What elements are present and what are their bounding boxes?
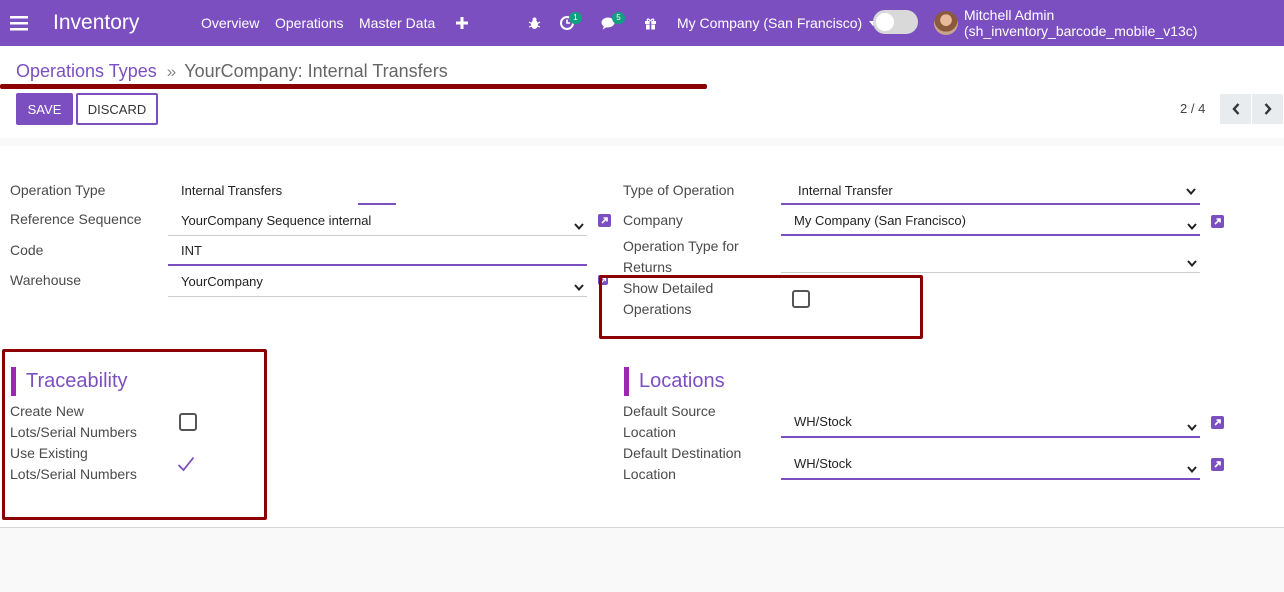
- debug-bug-icon[interactable]: [528, 0, 541, 46]
- chevron-down-icon[interactable]: [1185, 185, 1197, 197]
- return-type-line: [781, 272, 1200, 273]
- user-avatar[interactable]: [934, 11, 958, 35]
- breadcrumb-parent[interactable]: Operations Types: [16, 61, 157, 81]
- external-link-icon[interactable]: [1211, 215, 1224, 228]
- default-destination-select[interactable]: WH/Stock: [794, 456, 852, 471]
- return-type-label-line-2: Returns: [623, 259, 673, 275]
- chevron-down-icon[interactable]: [1186, 257, 1198, 269]
- menu-overview[interactable]: Overview: [201, 0, 259, 46]
- company-name: My Company (San Francisco): [677, 15, 863, 31]
- return-type-label: Operation Type for Returns: [623, 236, 739, 278]
- double-chevron-icon: »: [166, 62, 177, 81]
- highlight-underline: [0, 84, 707, 89]
- dest-label-line-1: Default Destination: [623, 445, 742, 461]
- source-label-line-2: Location: [623, 424, 676, 440]
- apps-menu-icon[interactable]: [10, 0, 28, 46]
- company-label: Company: [623, 212, 683, 228]
- external-link-icon[interactable]: [598, 214, 611, 227]
- chevron-right-icon: [1264, 103, 1272, 115]
- warehouse-label: Warehouse: [10, 272, 82, 288]
- pager-next-button[interactable]: [1252, 94, 1283, 124]
- plus-icon[interactable]: [456, 0, 468, 46]
- breadcrumb-current: YourCompany: Internal Transfers: [184, 61, 448, 81]
- default-source-line: [781, 436, 1200, 438]
- user-menu[interactable]: Mitchell Admin (sh_inventory_barcode_mob…: [964, 0, 1284, 46]
- chevron-down-icon[interactable]: [573, 281, 585, 293]
- company-switcher[interactable]: My Company (San Francisco): [677, 0, 878, 46]
- code-label: Code: [10, 242, 44, 258]
- chevron-down-icon[interactable]: [1186, 220, 1198, 232]
- default-destination-label: Default Destination Location: [623, 443, 741, 485]
- company-select[interactable]: My Company (San Francisco): [794, 213, 966, 228]
- warehouse-select[interactable]: YourCompany: [181, 274, 263, 289]
- operation-type-input[interactable]: Internal Transfers: [181, 183, 282, 198]
- breadcrumb: Operations Types » YourCompany: Internal T…: [16, 61, 448, 82]
- dest-label-line-2: Location: [623, 466, 676, 482]
- theme-toggle[interactable]: [873, 10, 918, 34]
- company-line: [781, 234, 1200, 236]
- warehouse-line: [168, 296, 587, 297]
- chevron-left-icon: [1231, 103, 1239, 115]
- type-of-operation-label: Type of Operation: [623, 182, 735, 198]
- external-link-icon[interactable]: [1211, 416, 1224, 429]
- source-label-line-1: Default Source: [623, 403, 716, 419]
- activity-badge: 1: [569, 12, 582, 24]
- reference-sequence-line: [168, 235, 587, 236]
- chevron-down-icon[interactable]: [1186, 463, 1198, 475]
- app-name[interactable]: Inventory: [53, 0, 139, 46]
- discard-button[interactable]: DISCARD: [76, 93, 158, 125]
- default-source-select[interactable]: WH/Stock: [794, 414, 852, 429]
- highlight-box-traceability: [2, 349, 267, 520]
- type-of-operation-select[interactable]: Internal Transfer: [798, 183, 893, 198]
- menu-master-data[interactable]: Master Data: [359, 0, 435, 46]
- control-panel: [0, 46, 1284, 138]
- pager-value: 2 / 4: [1180, 101, 1206, 116]
- chevron-down-icon[interactable]: [1186, 421, 1198, 433]
- default-destination-line: [781, 478, 1200, 480]
- messages-badge: 5: [612, 12, 625, 24]
- top-navbar: Inventory Overview Operations Master Dat…: [0, 0, 1284, 46]
- reference-sequence-label: Reference Sequence: [10, 211, 142, 227]
- highlight-box-show-detailed: [599, 275, 923, 339]
- operation-type-focus-line: [358, 203, 396, 205]
- reference-sequence-select[interactable]: YourCompany Sequence internal: [181, 213, 371, 228]
- return-type-label-line-1: Operation Type for: [623, 238, 739, 254]
- toggle-knob: [876, 13, 894, 31]
- save-button[interactable]: SAVE: [16, 93, 73, 125]
- locations-title: Locations: [624, 367, 725, 396]
- external-link-icon[interactable]: [1211, 458, 1224, 471]
- chevron-down-icon[interactable]: [573, 220, 585, 232]
- gift-icon[interactable]: [644, 0, 657, 46]
- default-source-label: Default Source Location: [623, 401, 716, 443]
- code-line: [168, 264, 587, 266]
- pager-previous-button[interactable]: [1220, 94, 1251, 124]
- type-of-operation-line: [781, 203, 1200, 205]
- code-input[interactable]: INT: [181, 243, 202, 258]
- menu-operations[interactable]: Operations: [275, 0, 343, 46]
- operation-type-label: Operation Type: [10, 182, 106, 198]
